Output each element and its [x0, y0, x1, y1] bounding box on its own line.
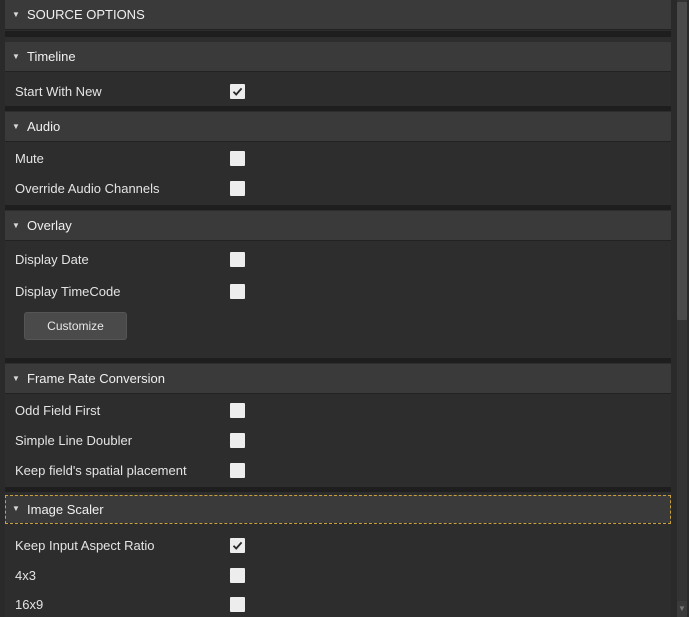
- timeline-section-header[interactable]: ▼ Timeline: [5, 42, 671, 72]
- section-divider: [5, 205, 671, 210]
- source-options-header[interactable]: ▼ SOURCE OPTIONS: [5, 0, 671, 30]
- keep-input-aspect-ratio-label: Keep Input Aspect Ratio: [15, 537, 155, 553]
- ratio-16x9-checkbox[interactable]: [230, 597, 245, 612]
- timeline-title: Timeline: [27, 49, 76, 64]
- expand-triangle-icon: ▼: [12, 504, 20, 513]
- odd-field-first-label: Odd Field First: [15, 402, 101, 418]
- overlay-title: Overlay: [27, 218, 72, 233]
- mute-label: Mute: [15, 150, 44, 166]
- override-audio-channels-row: Override Audio Channels: [5, 173, 671, 203]
- keep-input-aspect-ratio-checkbox[interactable]: [230, 538, 245, 553]
- display-timecode-row: Display TimeCode: [5, 276, 671, 306]
- section-divider: [5, 31, 671, 37]
- simple-line-doubler-label: Simple Line Doubler: [15, 432, 133, 448]
- start-with-new-row: Start With New: [5, 76, 671, 106]
- frame-rate-conversion-title: Frame Rate Conversion: [27, 371, 165, 386]
- expand-triangle-icon: ▼: [12, 220, 20, 230]
- frame-rate-conversion-section-header[interactable]: ▼ Frame Rate Conversion: [5, 364, 671, 394]
- start-with-new-checkbox[interactable]: [230, 84, 245, 99]
- source-options-panel: ▼ SOURCE OPTIONS ▼ Timeline Start With N…: [5, 0, 671, 617]
- section-divider: [5, 106, 671, 111]
- checkmark-icon: [232, 541, 243, 550]
- ratio-4x3-label: 4x3: [15, 567, 36, 583]
- simple-line-doubler-checkbox[interactable]: [230, 433, 245, 448]
- keep-spatial-placement-checkbox[interactable]: [230, 463, 245, 478]
- audio-title: Audio: [27, 119, 61, 134]
- display-date-row: Display Date: [5, 244, 671, 274]
- mute-checkbox[interactable]: [230, 151, 245, 166]
- start-with-new-label: Start With New: [15, 83, 102, 99]
- simple-line-doubler-row: Simple Line Doubler: [5, 425, 671, 455]
- image-scaler-title: Image Scaler: [27, 501, 104, 517]
- expand-triangle-icon: ▼: [12, 51, 20, 61]
- odd-field-first-row: Odd Field First: [5, 395, 671, 425]
- source-options-title: SOURCE OPTIONS: [27, 7, 145, 22]
- keep-spatial-placement-label: Keep field's spatial placement: [15, 462, 187, 478]
- expand-triangle-icon: ▼: [12, 373, 20, 383]
- override-audio-channels-label: Override Audio Channels: [15, 180, 160, 196]
- ratio-16x9-row: 16x9: [5, 589, 671, 617]
- section-divider: [5, 358, 671, 363]
- scroll-down-arrow-icon[interactable]: ▼: [677, 601, 687, 617]
- overlay-section-header[interactable]: ▼ Overlay: [5, 211, 671, 241]
- expand-triangle-icon: ▼: [12, 9, 20, 19]
- customize-button[interactable]: Customize: [24, 312, 127, 340]
- checkmark-icon: [232, 87, 243, 96]
- display-date-label: Display Date: [15, 251, 89, 267]
- scrollbar-thumb[interactable]: [677, 2, 687, 320]
- vertical-scrollbar[interactable]: ▼: [675, 0, 689, 617]
- keep-input-aspect-ratio-row: Keep Input Aspect Ratio: [5, 530, 671, 560]
- odd-field-first-checkbox[interactable]: [230, 403, 245, 418]
- display-date-checkbox[interactable]: [230, 252, 245, 267]
- mute-row: Mute: [5, 143, 671, 173]
- ratio-4x3-row: 4x3: [5, 560, 671, 590]
- display-timecode-checkbox[interactable]: [230, 284, 245, 299]
- display-timecode-label: Display TimeCode: [15, 283, 121, 299]
- section-divider: [5, 487, 671, 492]
- ratio-16x9-label: 16x9: [15, 596, 44, 612]
- audio-section-header[interactable]: ▼ Audio: [5, 112, 671, 142]
- ratio-4x3-checkbox[interactable]: [230, 568, 245, 583]
- expand-triangle-icon: ▼: [12, 121, 20, 131]
- keep-spatial-placement-row: Keep field's spatial placement: [5, 455, 671, 485]
- override-audio-channels-checkbox[interactable]: [230, 181, 245, 196]
- image-scaler-section-header[interactable]: ▼ Image Scaler: [5, 495, 671, 524]
